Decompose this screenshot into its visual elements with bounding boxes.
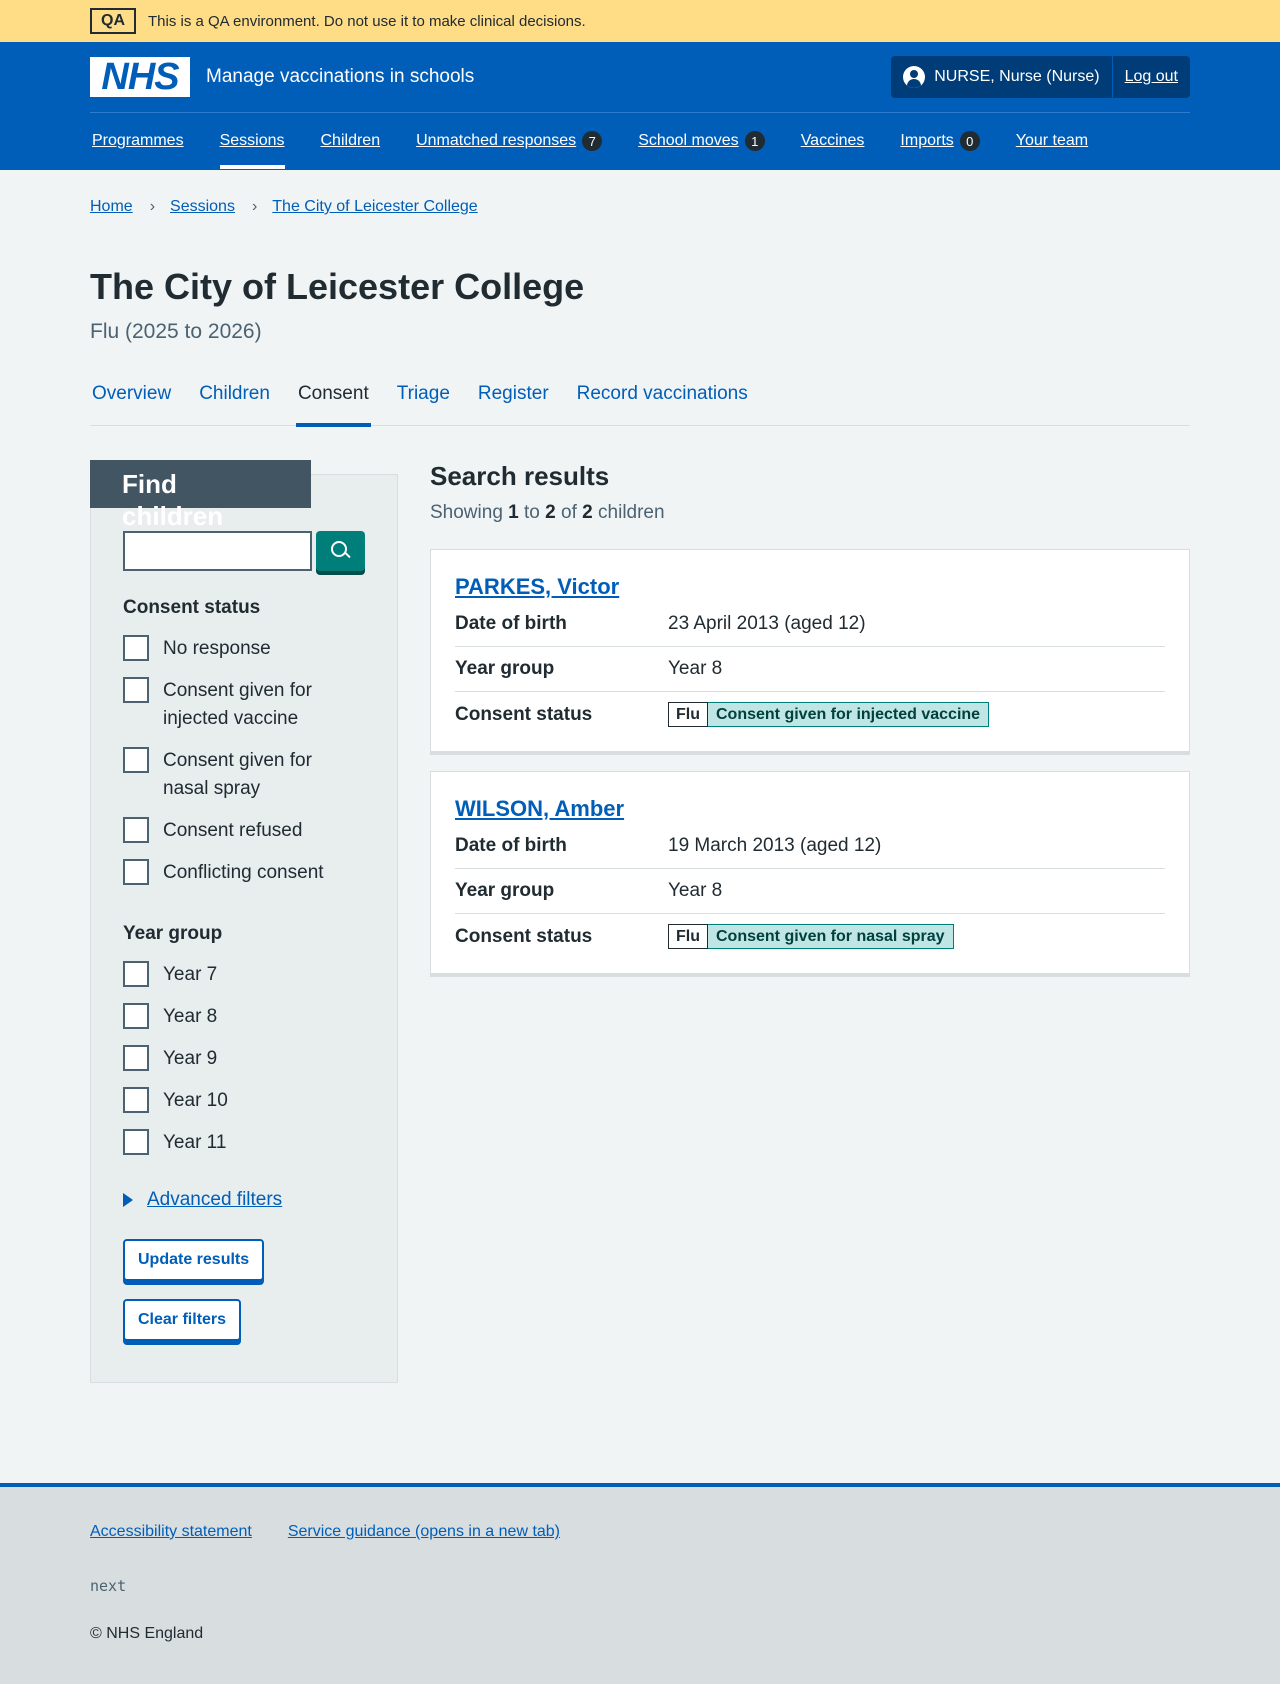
date-of-birth: 19 March 2013 (aged 12) <box>668 835 882 856</box>
checkbox-label[interactable]: Consent refused <box>163 817 302 845</box>
consent-status-tag: Flu Consent given for injected vaccine <box>668 702 990 727</box>
tab-record-vaccinations[interactable]: Record vaccinations <box>577 383 748 404</box>
child-name-link[interactable]: WILSON, Amber <box>455 796 624 821</box>
footer-next-label: next <box>90 1577 127 1595</box>
summary-row: Year group Year 8 <box>455 869 1165 914</box>
programme-tag: Flu <box>668 924 708 949</box>
checkbox-label[interactable]: Consent given for injected vaccine <box>163 677 333 733</box>
triangle-right-icon <box>123 1193 133 1207</box>
checkbox-consent-injected[interactable] <box>123 677 149 703</box>
unmatched-count-badge: 7 <box>582 131 603 151</box>
search-button[interactable] <box>316 531 365 571</box>
nav-programmes[interactable]: Programmes <box>92 132 184 150</box>
search-input[interactable] <box>123 531 313 571</box>
year-group: Year 8 <box>668 658 723 679</box>
checkbox-label[interactable]: Consent given for nasal spray <box>163 747 333 803</box>
account-user: NURSE, Nurse (Nurse) <box>891 56 1113 98</box>
checkbox-year-10[interactable] <box>123 1087 149 1113</box>
service-name[interactable]: Manage vaccinations in schools <box>206 66 474 88</box>
summary-row: Consent status Flu Consent given for inje… <box>455 692 1165 737</box>
summary-row: Date of birth 19 March 2013 (aged 12) <box>455 824 1165 869</box>
tab-children[interactable]: Children <box>199 383 270 404</box>
breadcrumb: Home › Sessions › The City of Leicester … <box>90 195 1190 219</box>
qa-tag: QA <box>90 8 136 34</box>
school-moves-count-badge: 1 <box>744 131 765 151</box>
search-results: Search results Showing 1 to 2 of 2 child… <box>430 460 1190 1383</box>
nav-vaccines[interactable]: Vaccines <box>801 132 865 150</box>
nhs-logo[interactable]: NHS <box>90 57 190 97</box>
checkbox-consent-nasal[interactable] <box>123 747 149 773</box>
results-count: Showing 1 to 2 of 2 children <box>430 502 665 523</box>
nav-imports[interactable]: Imports <box>900 132 953 150</box>
checkbox-label[interactable]: Conflicting consent <box>163 859 324 887</box>
consent-status-tag: Flu Consent given for nasal spray <box>668 924 954 949</box>
checkbox-no-response[interactable] <box>123 635 149 661</box>
tab-consent[interactable]: Consent <box>295 376 371 427</box>
clear-filters-button[interactable]: Clear filters <box>123 1299 242 1341</box>
checkbox-label[interactable]: Year 11 <box>163 1129 226 1157</box>
summary-row: Consent status Flu Consent given for nasa… <box>455 914 1165 959</box>
breadcrumb-session[interactable]: The City of Leicester College <box>272 198 477 216</box>
qa-banner: QA This is a QA environment. Do not use … <box>0 0 1280 42</box>
copyright: © NHS England <box>90 1625 204 1642</box>
year-group: Year 8 <box>668 880 723 901</box>
nav-sessions[interactable]: Sessions <box>220 132 285 150</box>
nav-your-team[interactable]: Your team <box>1016 132 1088 150</box>
session-tabs: Overview Children Consent Triage Registe… <box>90 376 1190 427</box>
results-heading: Search results <box>430 461 610 491</box>
status-tag: Consent given for injected vaccine <box>708 702 990 727</box>
service-guidance-link[interactable]: Service guidance (opens in a new tab) <box>288 1523 560 1541</box>
breadcrumb-sessions[interactable]: Sessions <box>170 198 235 216</box>
update-results-button[interactable]: Update results <box>123 1239 265 1281</box>
checkbox-label[interactable]: Year 8 <box>163 1003 217 1031</box>
chevron-right-icon: › <box>149 198 156 215</box>
tab-triage[interactable]: Triage <box>397 383 450 404</box>
summary-row: Date of birth 23 April 2013 (aged 12) <box>455 602 1165 647</box>
nav-school-moves[interactable]: School moves <box>638 132 739 150</box>
qa-banner-text: This is a QA environment. Do not use it … <box>148 12 586 30</box>
user-name: NURSE, Nurse (Nurse) <box>934 68 1100 85</box>
nav-children[interactable]: Children <box>321 132 381 150</box>
summary-row: Year group Year 8 <box>455 647 1165 692</box>
tab-register[interactable]: Register <box>478 383 549 404</box>
filter-panel: Consent status No response Consent given… <box>90 460 398 1383</box>
advanced-filters-link[interactable]: Advanced filters <box>147 1189 282 1211</box>
checkbox-year-7[interactable] <box>123 961 149 987</box>
brand[interactable]: NHS Manage vaccinations in schools <box>90 57 474 97</box>
checkbox-label[interactable]: No response <box>163 635 271 663</box>
advanced-filters-toggle[interactable]: Advanced filters <box>123 1189 365 1211</box>
page-caption: Flu (2025 to 2026) <box>90 320 262 343</box>
account-menu: NURSE, Nurse (Nurse) Log out <box>891 56 1190 98</box>
checkbox-year-9[interactable] <box>123 1045 149 1071</box>
checkbox-year-11[interactable] <box>123 1129 149 1155</box>
status-tag: Consent given for nasal spray <box>708 924 954 949</box>
checkbox-label[interactable]: Year 10 <box>163 1087 228 1115</box>
find-children-heading: Find children <box>90 460 311 531</box>
year-group-legend: Year group <box>123 923 223 944</box>
consent-status-legend: Consent status <box>123 597 261 618</box>
checkbox-label[interactable]: Year 9 <box>163 1045 217 1073</box>
child-card: WILSON, Amber Date of birth 19 March 2013… <box>430 771 1190 977</box>
checkbox-conflicting-consent[interactable] <box>123 859 149 885</box>
site-footer: Accessibility statement Service guidance… <box>0 1483 1280 1684</box>
imports-count-badge: 0 <box>959 131 980 151</box>
nav-unmatched-responses[interactable]: Unmatched responses <box>416 132 576 150</box>
child-card: PARKES, Victor Date of birth 23 April 201… <box>430 549 1190 755</box>
child-name-link[interactable]: PARKES, Victor <box>455 574 619 599</box>
date-of-birth: 23 April 2013 (aged 12) <box>668 613 866 634</box>
site-header: NHS Manage vaccinations in schools NURSE… <box>0 42 1280 170</box>
page-title: The City of Leicester College <box>90 266 585 307</box>
checkbox-year-8[interactable] <box>123 1003 149 1029</box>
checkbox-label[interactable]: Year 7 <box>163 961 217 989</box>
programme-tag: Flu <box>668 702 708 727</box>
tab-overview[interactable]: Overview <box>92 383 171 404</box>
logout-link[interactable]: Log out <box>1125 68 1178 86</box>
primary-nav: Programmes Sessions Children Unmatched r… <box>90 113 1190 169</box>
user-icon <box>903 66 926 88</box>
chevron-right-icon: › <box>251 198 258 215</box>
accessibility-statement-link[interactable]: Accessibility statement <box>90 1523 252 1541</box>
checkbox-consent-refused[interactable] <box>123 817 149 843</box>
breadcrumb-home[interactable]: Home <box>90 198 133 216</box>
